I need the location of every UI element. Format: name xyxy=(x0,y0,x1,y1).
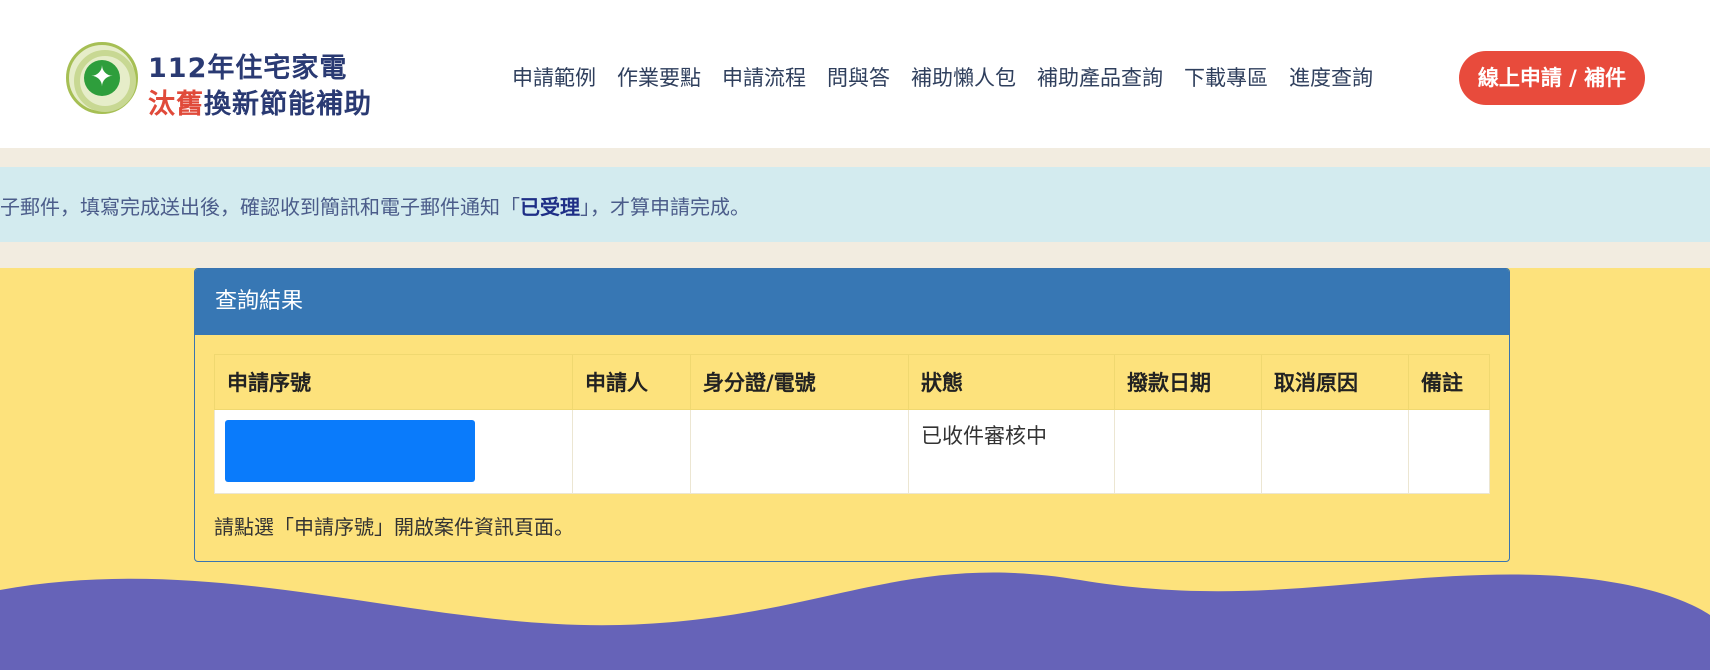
col-header-status: 狀態 xyxy=(908,354,1115,410)
results-table: 申請序號 申請人 身分證/電號 狀態 撥款日期 取消原因 備註 已收件審核中 xyxy=(214,354,1490,494)
nav-item-application-process[interactable]: 申請流程 xyxy=(722,62,806,92)
online-apply-button[interactable]: 線上申請 / 補件 xyxy=(1459,51,1645,105)
cell-id-phone xyxy=(690,409,909,494)
notice-text-post: 」，才算申請完成。 xyxy=(580,195,750,219)
nav-item-guidelines[interactable]: 作業要點 xyxy=(617,62,701,92)
table-header-row: 申請序號 申請人 身分證/電號 狀態 撥款日期 取消原因 備註 xyxy=(214,354,1490,410)
notice-banner: 子郵件，填寫完成送出後，確認收到簡訊和電子郵件通知「已受理」，才算申請完成。 xyxy=(0,167,1710,242)
cell-status: 已收件審核中 xyxy=(908,409,1115,494)
notice-text: 子郵件，填寫完成送出後，確認收到簡訊和電子郵件通知「已受理」，才算申請完成。 xyxy=(0,191,750,220)
main-nav: 申請範例 作業要點 申請流程 問與答 補助懶人包 補助產品查詢 下載專區 進度查… xyxy=(512,62,1394,92)
col-header-id-phone: 身分證/電號 xyxy=(690,354,909,410)
col-header-serial: 申請序號 xyxy=(214,354,573,410)
nav-item-subsidy-summary[interactable]: 補助懶人包 xyxy=(911,62,1016,92)
cell-remark xyxy=(1408,409,1490,494)
col-header-remark: 備註 xyxy=(1408,354,1490,410)
table-row: 已收件審核中 xyxy=(214,409,1490,494)
site-header: ✦ 112年住宅家電 汰舊換新節能補助 申請範例 作業要點 申請流程 問與答 補… xyxy=(0,0,1710,148)
results-footnote: 請點選「申請序號」開啟案件資訊頁面。 xyxy=(214,515,574,539)
logo-title-rest: 換新節能補助 xyxy=(204,89,372,120)
decorative-wave xyxy=(0,572,1710,670)
nav-item-downloads[interactable]: 下載專區 xyxy=(1184,62,1268,92)
nav-item-product-search[interactable]: 補助產品查詢 xyxy=(1037,62,1163,92)
star-icon: ✦ xyxy=(90,60,114,93)
nav-item-progress-query[interactable]: 進度查詢 xyxy=(1289,62,1373,92)
notice-highlight: 已受理 xyxy=(520,195,580,219)
cell-payment-date xyxy=(1114,409,1262,494)
cell-serial xyxy=(214,409,573,494)
col-header-payment-date: 撥款日期 xyxy=(1114,354,1262,410)
logo-title-line2: 汰舊換新節能補助 xyxy=(148,82,372,121)
col-header-cancel-reason: 取消原因 xyxy=(1261,354,1409,410)
notice-text-pre: 子郵件，填寫完成送出後，確認收到簡訊和電子郵件通知「 xyxy=(0,195,520,219)
results-panel: 查詢結果 申請序號 申請人 身分證/電號 狀態 撥款日期 取消原因 備註 已收件… xyxy=(194,268,1510,562)
cell-cancel-reason xyxy=(1261,409,1409,494)
cell-applicant xyxy=(572,409,691,494)
site-logo[interactable]: ✦ 112年住宅家電 汰舊換新節能補助 xyxy=(66,42,386,122)
nav-item-application-example[interactable]: 申請範例 xyxy=(512,62,596,92)
col-header-applicant: 申請人 xyxy=(572,354,691,410)
bureau-emblem-icon: ✦ xyxy=(66,42,138,114)
logo-title-highlight: 汰舊 xyxy=(148,89,204,120)
logo-title-line1: 112年住宅家電 xyxy=(148,53,348,84)
results-panel-title: 查詢結果 xyxy=(195,269,1509,335)
application-serial-link[interactable] xyxy=(225,420,475,482)
nav-item-faq[interactable]: 問與答 xyxy=(827,62,890,92)
